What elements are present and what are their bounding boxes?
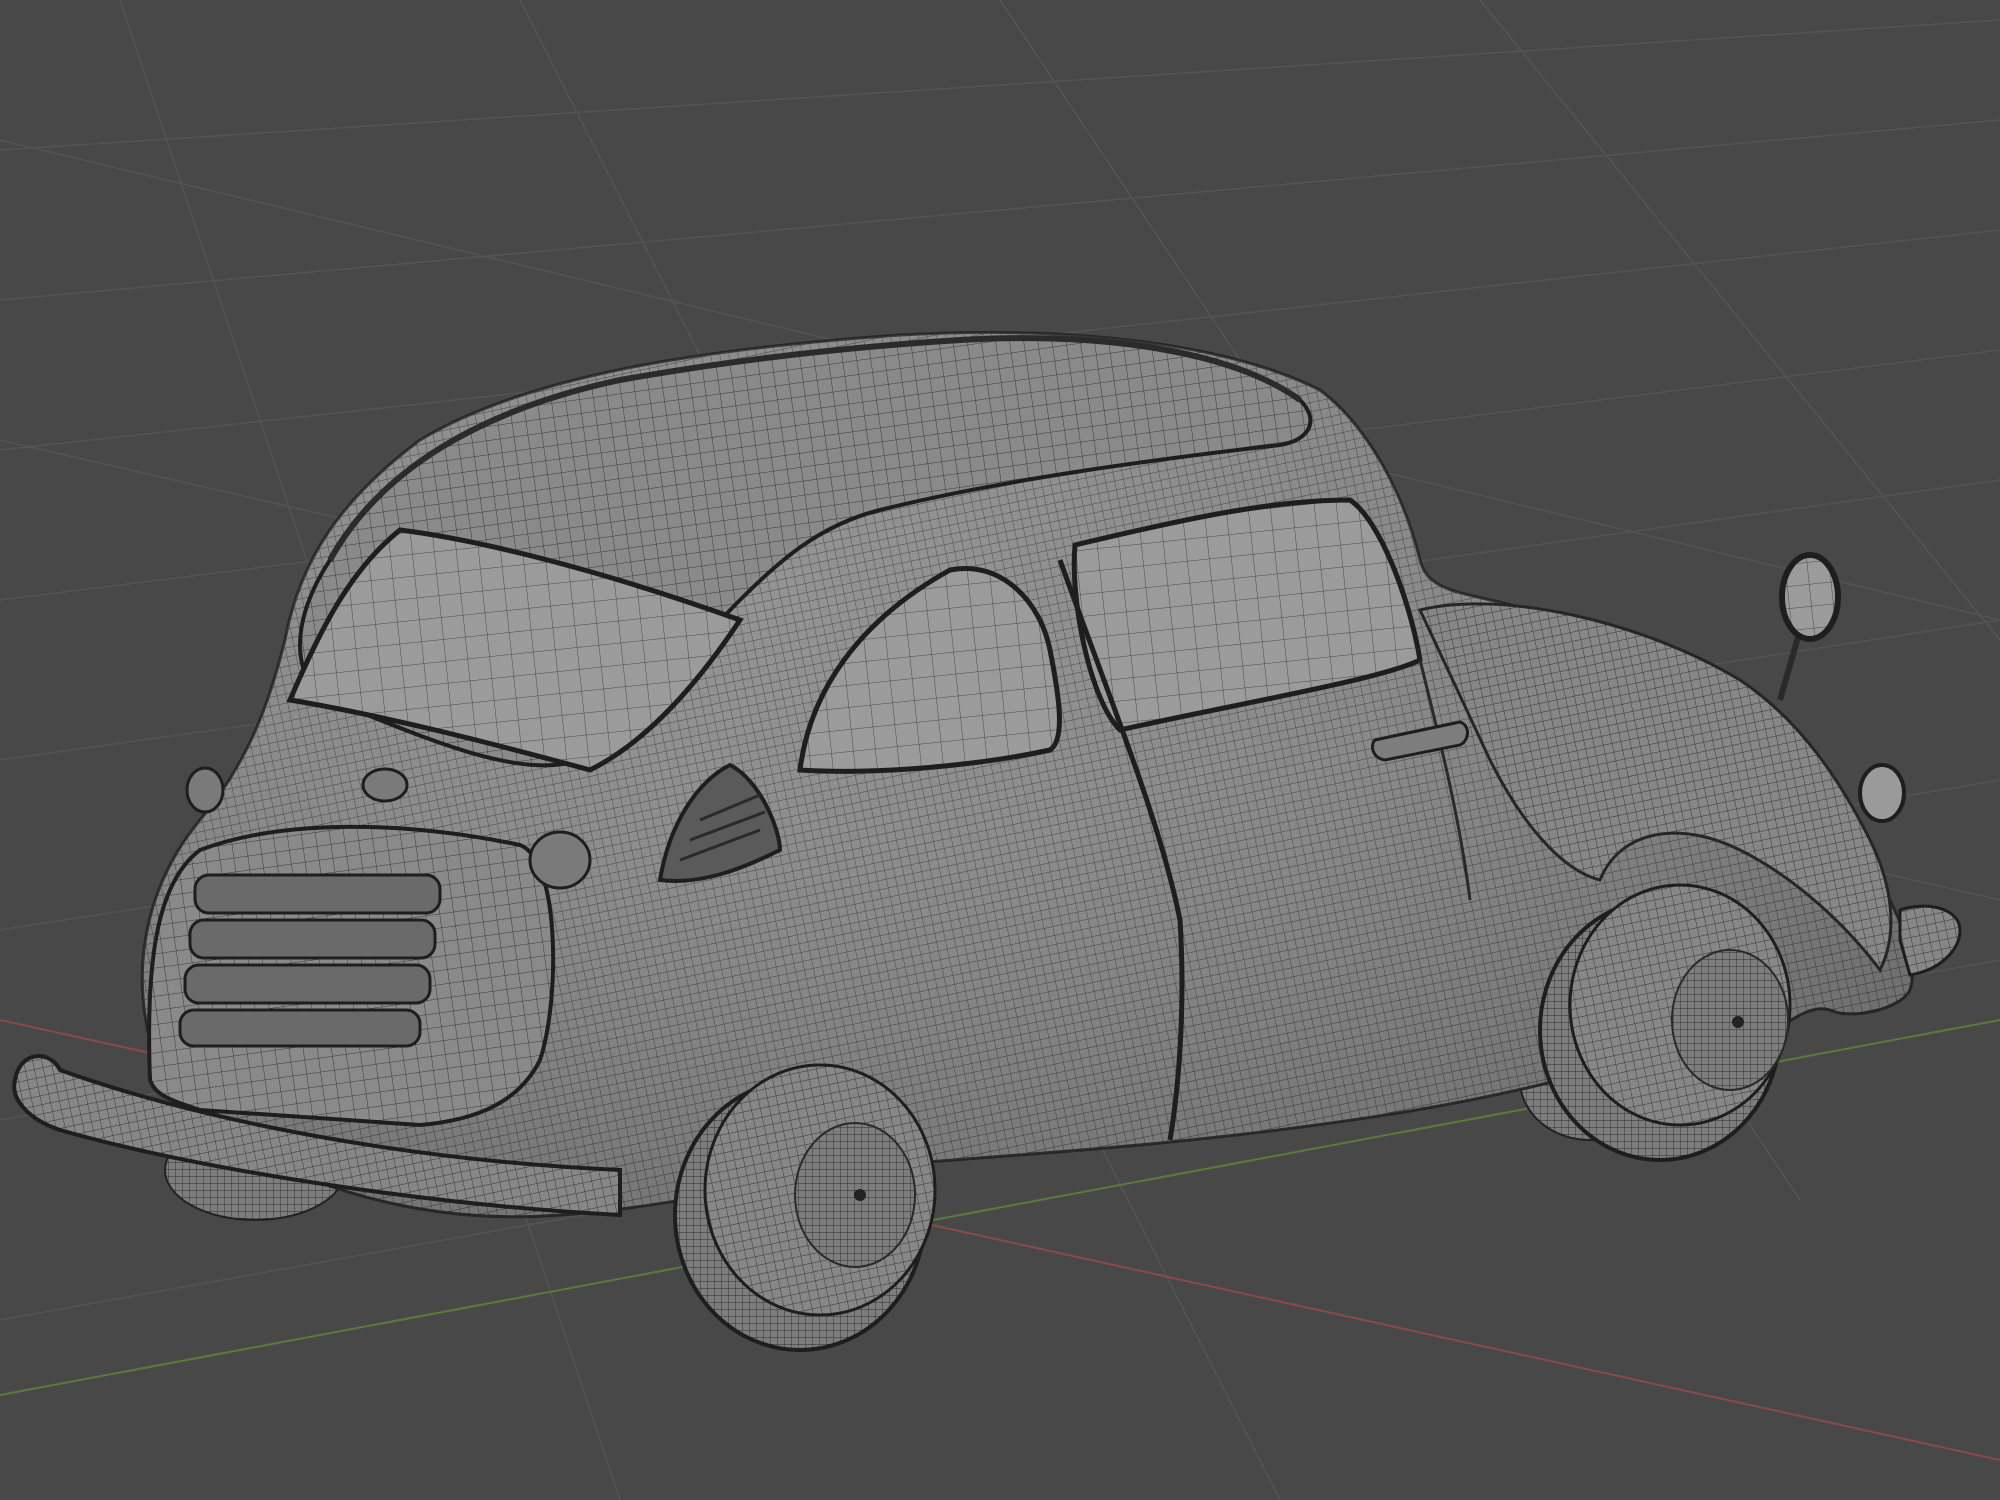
car-model[interactable] — [12, 331, 1962, 1352]
viewport-canvas[interactable] — [0, 0, 2000, 1500]
rear-hub-center — [854, 1189, 866, 1201]
tail-light-left[interactable] — [185, 766, 225, 814]
tail-light-right[interactable] — [528, 830, 592, 890]
side-mirror[interactable] — [1779, 552, 1841, 642]
front-hub-center — [1732, 1016, 1744, 1028]
mirror-arm — [1777, 629, 1803, 701]
emblem — [361, 767, 409, 803]
front-bumper[interactable] — [1898, 904, 1962, 977]
3d-viewport[interactable] — [0, 0, 2000, 1500]
front-hubcap — [1671, 949, 1789, 1091]
headlight[interactable] — [1858, 763, 1906, 823]
